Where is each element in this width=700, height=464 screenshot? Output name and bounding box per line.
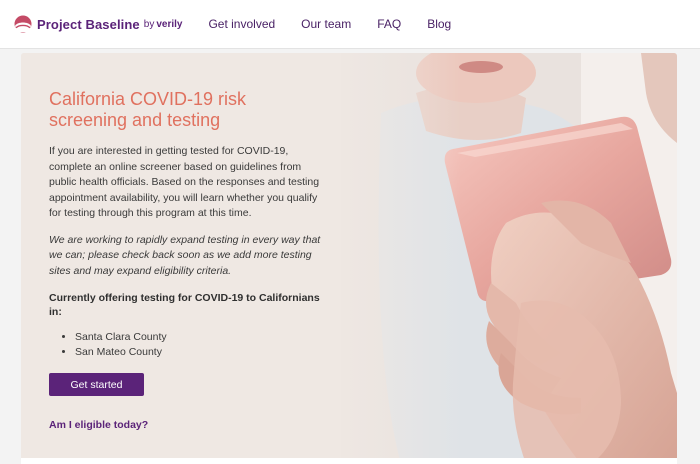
- expansion-note: We are working to rapidly expand testing…: [49, 233, 321, 277]
- get-started-button[interactable]: Get started: [49, 373, 144, 396]
- brand-name: Project Baseline: [37, 16, 140, 32]
- nav-link-blog[interactable]: Blog: [427, 17, 451, 31]
- county-list: Santa Clara County San Mateo County: [49, 330, 327, 360]
- hero-text-block: California COVID-19 risk screening and t…: [49, 89, 327, 431]
- offering-heading: Currently offering testing for COVID-19 …: [49, 292, 320, 318]
- intro-paragraph: If you are interested in getting tested …: [49, 145, 320, 219]
- main-nav: Get involved Our team FAQ Blog: [208, 17, 477, 31]
- nav-link-faq[interactable]: FAQ: [377, 17, 401, 31]
- top-navigation-bar: Project Baseline by verily Get involved …: [0, 0, 700, 49]
- list-item-county: San Mateo County: [75, 345, 327, 360]
- list-item-county: Santa Clara County: [75, 330, 327, 345]
- eligibility-link[interactable]: Am I eligible today?: [49, 419, 327, 431]
- nav-link-our-team[interactable]: Our team: [301, 17, 351, 31]
- page-title: California COVID-19 risk screening and t…: [49, 89, 247, 130]
- next-section-edge: [21, 458, 677, 464]
- brand-by-text: by: [143, 18, 155, 30]
- nav-link-get-involved[interactable]: Get involved: [208, 17, 275, 31]
- brand-partner-logo: verily: [156, 18, 183, 30]
- baseline-logo-icon: [14, 15, 32, 33]
- brand-home-link[interactable]: Project Baseline by verily: [14, 15, 182, 33]
- hero-card: California COVID-19 risk screening and t…: [21, 53, 677, 464]
